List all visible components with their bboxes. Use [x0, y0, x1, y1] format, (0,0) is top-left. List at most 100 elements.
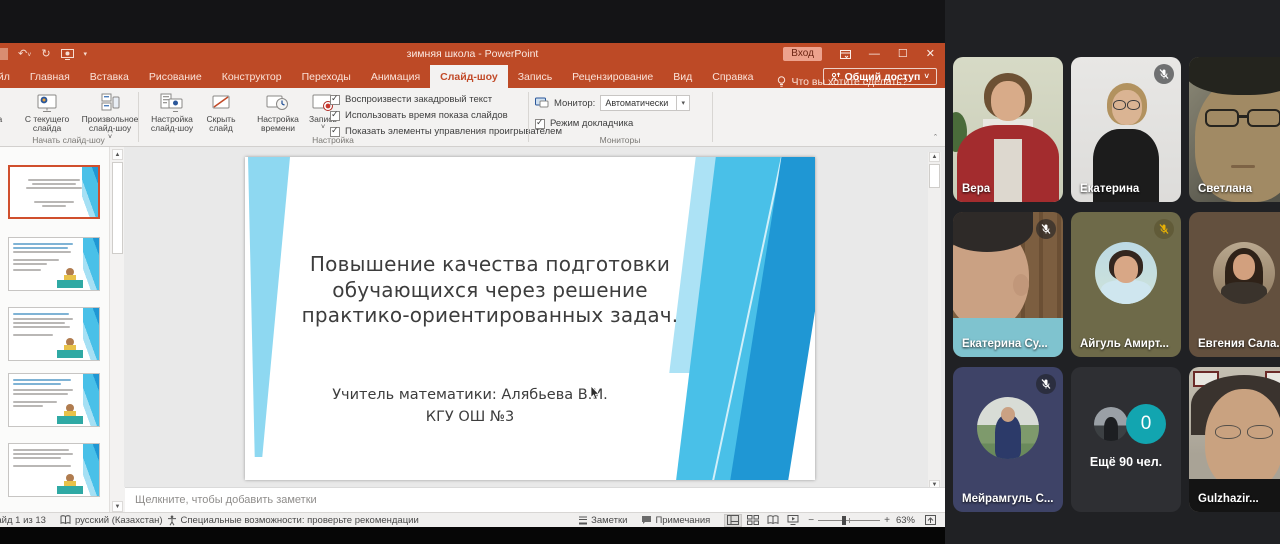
- avatar: [977, 397, 1039, 459]
- slideshow-qat-icon[interactable]: [61, 49, 74, 60]
- slide-canvas[interactable]: Повышение качества подготовки обучающихс…: [245, 157, 815, 480]
- spellcheck-book-icon[interactable]: [60, 515, 71, 525]
- normal-view-button[interactable]: [724, 514, 742, 527]
- language-indicator[interactable]: русский (Казахстан): [75, 515, 163, 526]
- slide-thumbnail-2[interactable]: [8, 237, 100, 291]
- tab-slideshow[interactable]: Слайд-шоу: [430, 65, 508, 88]
- tab-view[interactable]: Вид: [663, 65, 702, 88]
- hide-slide-icon: [210, 91, 232, 113]
- slide-thumbnail-panel: [0, 147, 110, 512]
- custom-slideshow-button[interactable]: Произвольное слайд-шоу ˅: [84, 91, 136, 141]
- overflow-avatar: [1094, 407, 1128, 441]
- ppt-title-bar: ↶˅ ↻ ▾ зимняя школа - PowerPoint Вход — …: [0, 43, 945, 65]
- hide-slide-button[interactable]: Скрыть слайд: [199, 91, 243, 134]
- setup-slideshow-button[interactable]: Настройка слайд-шоу: [145, 91, 199, 134]
- tab-animations[interactable]: Анимация: [361, 65, 430, 88]
- zoom-slider-thumb[interactable]: [842, 516, 846, 525]
- from-current-slide-button[interactable]: С текущего слайда: [14, 91, 80, 134]
- participant-tile-aigul[interactable]: Айгуль Амирт...: [1071, 212, 1181, 357]
- scroll-down-icon[interactable]: ▼: [112, 501, 123, 512]
- tab-insert[interactable]: Вставка: [80, 65, 139, 88]
- slide-subtitle-text[interactable]: Учитель математики: Алябьева В.И. КГУ ОШ…: [275, 385, 665, 429]
- participant-tile-evgenia[interactable]: Евгения Сала...: [1189, 212, 1280, 357]
- meet-screen: ↶˅ ↻ ▾ зимняя школа - PowerPoint Вход — …: [0, 0, 1280, 544]
- comments-toggle-button[interactable]: Примечания: [641, 515, 710, 526]
- tab-transitions[interactable]: Переходы: [292, 65, 361, 88]
- collapse-ribbon-icon[interactable]: ˆ: [934, 133, 937, 143]
- monitor-select[interactable]: Автоматически ▾: [600, 95, 690, 111]
- participant-tile-svetlana[interactable]: Светлана: [1189, 57, 1280, 202]
- slide-sorter-view-button[interactable]: [744, 514, 762, 527]
- participant-name: Екатерина: [1080, 183, 1139, 195]
- scroll-up-icon[interactable]: ▲: [929, 152, 940, 162]
- tab-help[interactable]: Справка: [702, 65, 763, 88]
- tab-file[interactable]: Файл: [0, 65, 20, 88]
- ribbon-display-options-icon[interactable]: [840, 50, 851, 59]
- close-button[interactable]: ✕: [926, 49, 935, 60]
- notes-icon: [578, 515, 588, 525]
- slide-title-text[interactable]: Повышение качества подготовки обучающихс…: [275, 252, 705, 329]
- comment-icon: [641, 515, 652, 525]
- monitor-icon: [535, 97, 549, 109]
- mic-muted-icon: [1036, 219, 1056, 239]
- sign-in-button[interactable]: Вход: [783, 47, 822, 61]
- zoom-level[interactable]: 63%: [896, 515, 915, 526]
- chevron-down-icon: ˅: [924, 72, 929, 81]
- from-current-slide-icon: [36, 91, 58, 113]
- slide-editing-area: Повышение качества подготовки обучающихс…: [124, 147, 945, 487]
- from-beginning-button[interactable]: С начала: [0, 91, 10, 124]
- save-icon[interactable]: [0, 48, 8, 60]
- participant-tile-meiramgul[interactable]: Мейрамгуль С...: [953, 367, 1063, 512]
- powerpoint-window: ↶˅ ↻ ▾ зимняя школа - PowerPoint Вход — …: [0, 43, 945, 527]
- tab-review[interactable]: Рецензирование: [562, 65, 663, 88]
- scroll-up-icon[interactable]: ▲: [112, 149, 123, 160]
- participant-name: Вера: [962, 183, 990, 195]
- tab-design[interactable]: Конструктор: [212, 65, 292, 88]
- slide-thumbnail-4[interactable]: [8, 373, 100, 427]
- zoom-slider[interactable]: [818, 514, 880, 527]
- maximize-button[interactable]: ☐: [898, 49, 908, 60]
- notes-toggle-button[interactable]: Заметки: [578, 515, 627, 526]
- quick-access-toolbar: ↶˅ ↻ ▾: [2, 48, 87, 60]
- participant-tile-gulzhazir[interactable]: Gulzhazir...: [1189, 367, 1280, 512]
- main-scrollbar[interactable]: ▲ ▼ ≛ ≛: [928, 152, 941, 512]
- share-icon: [831, 72, 841, 82]
- cartoon-student-graphic: [57, 268, 83, 288]
- rehearse-timings-icon: [266, 91, 290, 113]
- scrollbar-thumb[interactable]: [112, 162, 123, 254]
- participant-tile-ekaterina[interactable]: Екатерина: [1071, 57, 1181, 202]
- share-button[interactable]: Общий доступ ˅: [823, 68, 937, 85]
- more-participants-tile[interactable]: 0 Ещё 90 чел.: [1071, 367, 1181, 512]
- tab-record[interactable]: Запись: [508, 65, 562, 88]
- cartoon-student-graphic: [57, 404, 83, 424]
- slide-thumbnail-3[interactable]: [8, 307, 100, 361]
- slide-thumbnail-1[interactable]: [8, 165, 100, 219]
- undo-icon[interactable]: ↶˅: [18, 49, 31, 60]
- participant-name: Екатерина Су...: [962, 338, 1048, 350]
- thumbnail-scrollbar[interactable]: ▲ ▼: [111, 149, 124, 512]
- mouse-cursor: [590, 386, 600, 401]
- accessibility-check[interactable]: Специальные возможности: проверьте реком…: [181, 515, 419, 526]
- zoom-in-button[interactable]: +: [884, 515, 890, 526]
- participant-name: Айгуль Амирт...: [1080, 338, 1169, 350]
- tab-home[interactable]: Главная: [20, 65, 80, 88]
- tab-draw[interactable]: Рисование: [139, 65, 212, 88]
- accessibility-icon[interactable]: [167, 515, 177, 526]
- redo-icon[interactable]: ↻: [41, 49, 50, 60]
- checkbox-presenter-view[interactable]: Режим докладчика: [535, 118, 633, 129]
- rehearse-timings-button[interactable]: Настройка времени: [251, 91, 305, 134]
- qat-customize-icon[interactable]: ▾: [84, 51, 88, 58]
- notes-pane[interactable]: Щелкните, чтобы добавить заметки: [125, 487, 945, 512]
- participant-tile-ekaterina-su[interactable]: Екатерина Су...: [953, 212, 1063, 357]
- participant-name: Евгения Сала...: [1198, 338, 1280, 350]
- reading-view-button[interactable]: [764, 514, 782, 527]
- fit-to-window-button[interactable]: [921, 514, 939, 527]
- slideshow-view-button[interactable]: [784, 514, 802, 527]
- scrollbar-thumb[interactable]: [929, 164, 940, 188]
- slide-thumbnail-5[interactable]: [8, 443, 100, 497]
- participant-tile-vera[interactable]: Вера: [953, 57, 1063, 202]
- mic-muted-icon: [1036, 374, 1056, 394]
- minimize-button[interactable]: —: [869, 49, 880, 60]
- zoom-out-button[interactable]: −: [808, 515, 814, 526]
- cartoon-student-graphic: [57, 338, 83, 358]
